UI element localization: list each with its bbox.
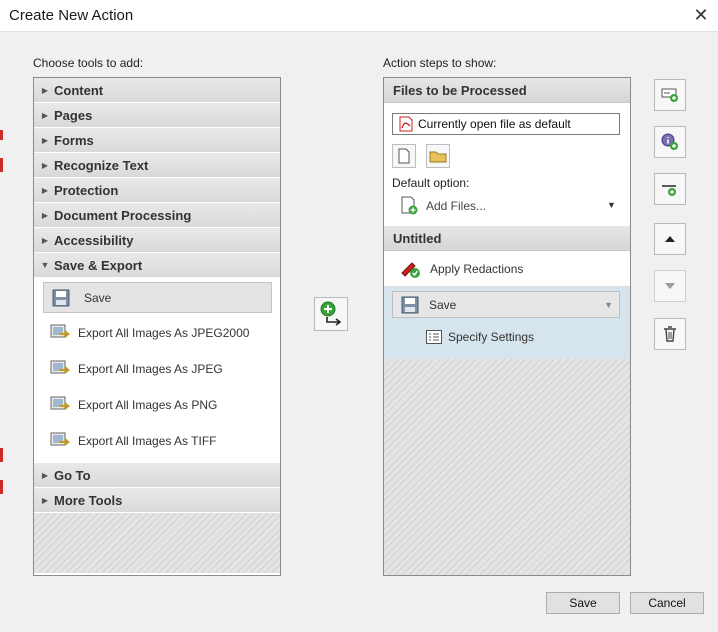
category-recognize-text[interactable]: ▶ Recognize Text (34, 153, 280, 178)
add-prompt-step-button[interactable] (654, 126, 686, 158)
background-window-edge (0, 480, 3, 494)
chevron-right-icon: ▶ (41, 110, 49, 120)
chevron-right-icon: ▶ (41, 135, 49, 145)
move-down-button[interactable] (654, 270, 686, 302)
tool-export-jpeg[interactable]: Export All Images As JPEG (34, 351, 280, 387)
chevron-right-icon: ▶ (41, 470, 49, 480)
action-steps-panel: Files to be Processed Currently open fil… (383, 77, 631, 576)
save-icon (401, 296, 419, 314)
tool-list: Save Export All Images As JPEG2000 Expor… (34, 278, 280, 463)
background-window-edge (0, 448, 3, 462)
chevron-right-icon: ▶ (41, 160, 49, 170)
file-source-field[interactable]: Currently open file as default (392, 113, 620, 135)
chevron-right-icon: ▶ (41, 495, 49, 505)
step-save[interactable]: Save ▼ (392, 291, 620, 318)
dropdown-arrow-icon: ▼ (604, 300, 613, 310)
folder-icon (429, 151, 447, 163)
category-content[interactable]: ▶ Content (34, 78, 280, 103)
separator-add-icon (662, 185, 676, 196)
step-save-group: Save ▼ Specify Settings (384, 287, 630, 359)
add-to-steps-button[interactable] (314, 297, 348, 331)
trash-icon (664, 326, 676, 342)
tool-export-jpeg2000[interactable]: Export All Images As JPEG2000 (34, 315, 280, 351)
arrow-down-icon (665, 283, 675, 289)
chevron-right-icon: ▶ (41, 210, 49, 220)
redaction-icon (400, 259, 422, 279)
save-button[interactable]: Save (546, 592, 620, 614)
default-option-label: Default option: (392, 176, 470, 190)
untitled-header: Untitled (384, 226, 630, 251)
export-image-icon (50, 360, 72, 378)
tools-panel: ▶ Content ▶ Pages ▶ Forms ▶ Recognize Text ▶… (33, 77, 281, 576)
category-accessibility[interactable]: ▶ Accessibility (34, 228, 280, 253)
add-separator-button[interactable] (654, 173, 686, 205)
move-up-button[interactable] (654, 223, 686, 255)
empty-area (384, 359, 630, 575)
cancel-button[interactable]: Cancel (630, 592, 704, 614)
export-image-icon (50, 396, 72, 414)
category-more-tools[interactable]: ▶ More Tools (34, 488, 280, 513)
category-document-processing[interactable]: ▶ Document Processing (34, 203, 280, 228)
specify-settings-link[interactable]: Specify Settings (426, 330, 534, 344)
document-icon (398, 148, 410, 164)
browse-folder-button[interactable] (426, 144, 450, 168)
add-arrow-icon (320, 301, 342, 326)
pdf-icon (398, 116, 414, 132)
chevron-down-icon: ▼ (40, 260, 50, 270)
save-icon (52, 289, 74, 307)
category-forms[interactable]: ▶ Forms (34, 128, 280, 153)
files-section: Currently open file as default Default o… (384, 103, 630, 226)
export-image-icon (50, 324, 72, 342)
new-file-button[interactable] (392, 144, 416, 168)
tool-export-tiff[interactable]: Export All Images As TIFF (34, 423, 280, 459)
category-go-to[interactable]: ▶ Go To (34, 463, 280, 488)
dropdown-arrow-icon: ▼ (607, 200, 616, 210)
info-add-icon (661, 133, 678, 150)
chevron-right-icon: ▶ (41, 235, 49, 245)
empty-area (34, 513, 280, 573)
files-to-be-processed-header: Files to be Processed (384, 78, 630, 103)
choose-tools-caption: Choose tools to add: (33, 56, 144, 70)
tool-export-png[interactable]: Export All Images As PNG (34, 387, 280, 423)
add-files-dropdown[interactable]: Add Files... ▼ (400, 196, 616, 216)
export-image-icon (50, 432, 72, 450)
insert-step-icon (661, 88, 678, 102)
action-steps-caption: Action steps to show: (383, 56, 497, 70)
title-bar: Create New Action ✕ (0, 0, 718, 32)
dialog-title: Create New Action (9, 7, 134, 24)
delete-step-button[interactable] (654, 318, 686, 350)
chevron-right-icon: ▶ (41, 85, 49, 95)
step-apply-redactions[interactable]: Apply Redactions (384, 251, 630, 287)
tool-save[interactable]: Save (43, 282, 272, 313)
category-save-export[interactable]: ▼ Save & Export (34, 253, 280, 278)
settings-icon (426, 330, 442, 344)
arrow-up-icon (665, 236, 675, 242)
background-window-edge (0, 158, 3, 172)
category-protection[interactable]: ▶ Protection (34, 178, 280, 203)
background-window-edge (0, 130, 3, 140)
category-pages[interactable]: ▶ Pages (34, 103, 280, 128)
close-icon[interactable]: ✕ (690, 4, 712, 26)
insert-instruction-step-button[interactable] (654, 79, 686, 111)
add-file-icon (400, 196, 420, 216)
chevron-right-icon: ▶ (41, 185, 49, 195)
